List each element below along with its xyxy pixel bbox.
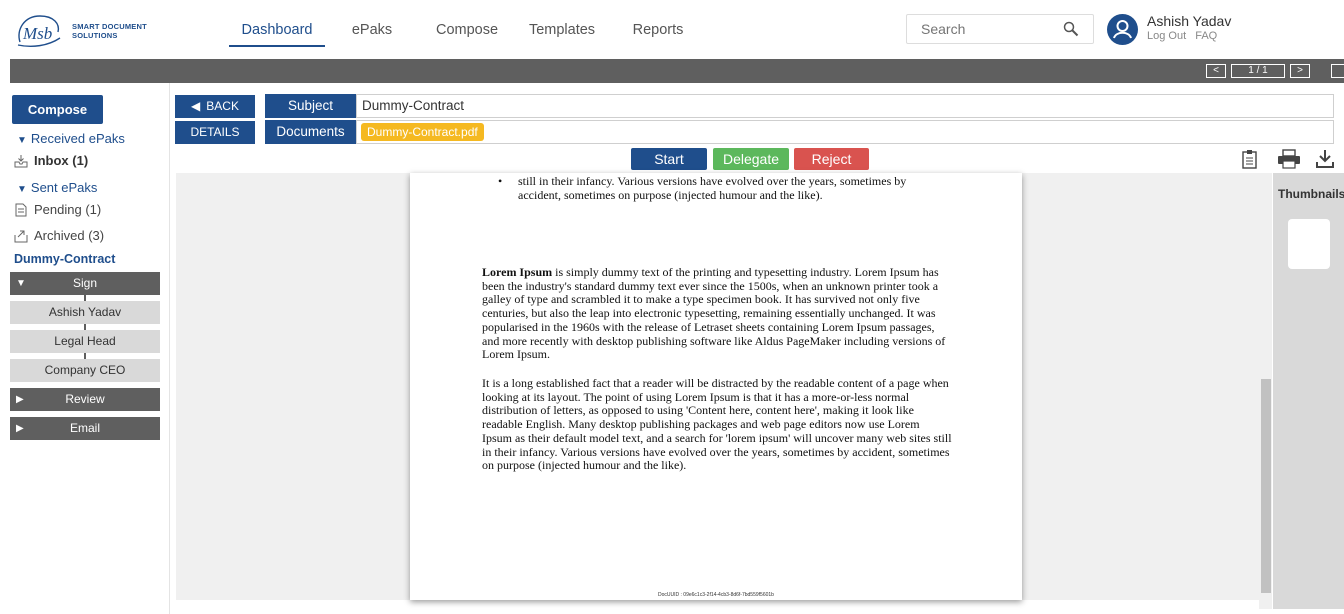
email-label: Email xyxy=(69,421,100,435)
sent-epaks-header[interactable]: ▼ Sent ePaks xyxy=(17,180,97,195)
documents-label: Documents xyxy=(265,120,356,144)
logo[interactable]: Msb SMART DOCUMENT SOLUTIONS xyxy=(14,12,154,50)
sidebar-item-inbox[interactable]: Inbox (1) xyxy=(14,153,88,168)
paragraph-1-bold: Lorem Ipsum xyxy=(482,265,553,279)
back-label: BACK xyxy=(206,99,239,113)
signer-step[interactable]: Legal Head xyxy=(10,330,160,353)
document-title[interactable]: Dummy-Contract xyxy=(14,252,115,266)
delegate-button[interactable]: Delegate xyxy=(713,148,789,170)
sign-label: Sign xyxy=(72,276,98,290)
avatar[interactable] xyxy=(1107,14,1138,45)
bullet-dot: • xyxy=(498,174,503,188)
caret-right-icon: ▶ xyxy=(16,394,24,405)
user-name: Ashish Yadav xyxy=(1147,13,1232,29)
print-icon[interactable] xyxy=(1277,149,1301,169)
prev-page-button[interactable]: < xyxy=(1206,64,1226,78)
nav-compose[interactable]: Compose xyxy=(419,0,515,47)
review-label: Review xyxy=(65,392,105,406)
subject-label: Subject xyxy=(265,94,356,118)
caret-right-icon: ▶ xyxy=(16,423,24,434)
signer-step[interactable]: Company CEO xyxy=(10,359,160,382)
document-chip[interactable]: Dummy-Contract.pdf xyxy=(361,123,484,141)
paragraph-1: Lorem Ipsum is simply dummy text of the … xyxy=(482,265,952,362)
logout-link[interactable]: Log Out xyxy=(1147,30,1186,42)
reject-button[interactable]: Reject xyxy=(794,148,869,170)
workflow-email-header[interactable]: ▶ Email xyxy=(10,417,160,440)
workflow-review-header[interactable]: ▶ Review xyxy=(10,388,160,411)
pending-label: Pending (1) xyxy=(34,202,102,217)
details-button[interactable]: DETAILS xyxy=(175,121,255,144)
caret-down-icon: ▼ xyxy=(16,278,26,289)
received-epaks-label: Received ePaks xyxy=(30,131,125,146)
user-links: Log Out FAQ xyxy=(1147,30,1223,42)
document-uid: DocUUID : 09e6c1c3-2f14-4cb3-8d6f-7bd559… xyxy=(658,592,774,598)
document-list-icon[interactable] xyxy=(1240,149,1260,169)
paragraph-2: It is a long established fact that a rea… xyxy=(482,376,952,473)
sidebar-item-archived[interactable]: Archived (3) xyxy=(14,228,104,243)
user-icon xyxy=(1113,20,1132,39)
received-epaks-header[interactable]: ▼ Received ePaks xyxy=(17,131,125,146)
thumbnails-title: Thumbnails xyxy=(1278,187,1344,201)
workflow-sign-header[interactable]: ▼ Sign xyxy=(10,272,160,295)
scrollbar-thumb[interactable] xyxy=(1261,379,1271,593)
page-indicator: 1 / 1 xyxy=(1231,64,1285,78)
nav-reports[interactable]: Reports xyxy=(609,0,707,47)
next-page-button[interactable]: > xyxy=(1290,64,1310,78)
logo-text: Msb xyxy=(22,24,52,43)
page-thumbnail[interactable] xyxy=(1288,219,1330,269)
caret-down-icon: ▼ xyxy=(17,135,27,146)
documents-field: Dummy-Contract.pdf xyxy=(356,120,1334,144)
brand-line-1: SMART DOCUMENT xyxy=(72,22,147,31)
brand-line-2: SOLUTIONS xyxy=(72,31,118,40)
sidebar: Compose ▼ Received ePaks Inbox (1) ▼ Sent … xyxy=(0,83,170,614)
start-button[interactable]: Start xyxy=(631,148,707,170)
back-button[interactable]: ◀ BACK xyxy=(175,95,255,118)
search-icon[interactable] xyxy=(1063,21,1079,37)
compose-button[interactable]: Compose xyxy=(12,95,103,124)
bullet-text: still in their infancy. Various versions… xyxy=(518,174,907,202)
caret-down-icon: ▼ xyxy=(17,184,27,195)
logo-mark-icon: Msb xyxy=(17,15,61,47)
search-input[interactable] xyxy=(907,15,1057,43)
pending-icon xyxy=(15,203,27,216)
subject-field: Dummy-Contract xyxy=(356,94,1334,118)
top-header: Msb SMART DOCUMENT SOLUTIONS Dashboard e… xyxy=(0,0,1344,59)
search-box xyxy=(906,14,1094,44)
nav-dashboard[interactable]: Dashboard xyxy=(229,0,325,47)
inbox-icon xyxy=(14,154,28,167)
nav-templates[interactable]: Templates xyxy=(515,0,609,47)
sent-epaks-label: Sent ePaks xyxy=(30,180,98,195)
archived-label: Archived (3) xyxy=(34,228,105,243)
archive-icon xyxy=(14,230,28,242)
main-nav: Dashboard ePaks Compose Templates Report… xyxy=(229,0,707,59)
paragraph-1-text: is simply dummy text of the printing and… xyxy=(482,265,946,362)
faq-link[interactable]: FAQ xyxy=(1195,30,1217,42)
maximize-icon[interactable] xyxy=(1331,64,1344,78)
back-arrow-icon: ◀ xyxy=(191,99,201,113)
inbox-label: Inbox (1) xyxy=(34,153,89,168)
nav-epaks[interactable]: ePaks xyxy=(325,0,419,47)
document-page: • still in their infancy. Various versio… xyxy=(410,173,1022,600)
download-icon[interactable] xyxy=(1315,149,1335,169)
sidebar-item-pending[interactable]: Pending (1) xyxy=(14,202,101,217)
viewer-toolbar xyxy=(10,59,1344,83)
signer-step[interactable]: Ashish Yadav xyxy=(10,301,160,324)
pager: < 1 / 1 > xyxy=(1206,64,1310,78)
